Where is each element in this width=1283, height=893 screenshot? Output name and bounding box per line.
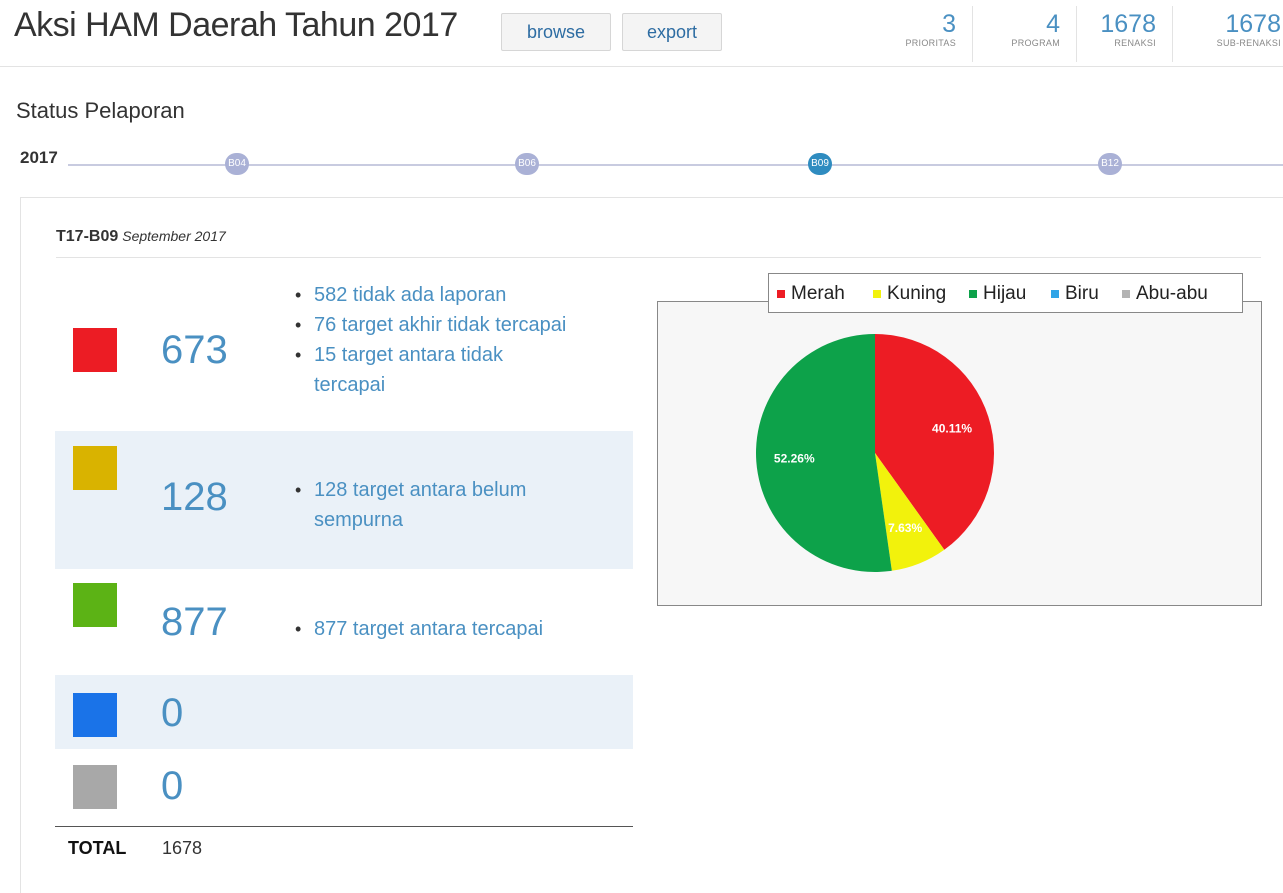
green-swatch	[73, 583, 117, 627]
stat-label: RENAKSI	[1114, 38, 1156, 48]
grey-swatch	[73, 765, 117, 809]
period-heading: T17-B09 September 2017	[56, 228, 226, 246]
pie-label-hijau: 52.26%	[774, 452, 815, 466]
note-item[interactable]: 582 tidak ada laporan	[293, 280, 623, 310]
status-row-red: 673 582 tidak ada laporan 76 target akhi…	[55, 270, 633, 430]
status-count[interactable]: 0	[161, 691, 183, 736]
stat-sub-renaksi[interactable]: 1678 SUB-RENAKSI	[1180, 10, 1281, 48]
status-row-grey: 0	[55, 750, 633, 826]
status-notes: 877 target antara tercapai	[293, 614, 623, 644]
yellow-swatch	[73, 446, 117, 490]
page-title: Aksi HAM Daerah Tahun 2017	[14, 6, 458, 44]
stat-value: 1678	[1225, 10, 1281, 38]
timeline-year: 2017	[20, 148, 58, 167]
legend-label-hijau[interactable]: Hijau	[983, 283, 1026, 304]
legend-swatch-hijau	[969, 290, 977, 298]
header-bar: Aksi HAM Daerah Tahun 2017 browse export…	[0, 0, 1283, 67]
timeline-node-b04[interactable]: B04	[225, 153, 249, 175]
chart-legend: Merah Kuning Hijau Biru Abu-abu	[768, 273, 1243, 313]
legend-swatch-abu-abu	[1122, 290, 1130, 298]
red-swatch	[73, 328, 117, 372]
status-row-yellow: 128 128 target antara belum sempurna	[55, 431, 633, 569]
legend-swatch-biru	[1051, 290, 1059, 298]
period-label: September 2017	[122, 228, 226, 244]
total-divider	[55, 826, 633, 827]
legend-swatch-kuning	[873, 290, 881, 298]
stat-value: 4	[1046, 10, 1060, 38]
period-code: T17-B09	[56, 228, 119, 245]
export-button[interactable]: export	[622, 13, 722, 51]
legend-label-biru[interactable]: Biru	[1065, 283, 1099, 304]
status-row-blue: 0	[55, 675, 633, 749]
status-notes: 582 tidak ada laporan 76 target akhir ti…	[293, 280, 623, 400]
legend-label-abu-abu[interactable]: Abu-abu	[1136, 283, 1208, 304]
status-count[interactable]: 877	[161, 600, 228, 645]
stat-program[interactable]: 4 PROGRAM	[980, 10, 1060, 48]
pie-label-kuning: 7.63%	[888, 521, 922, 535]
pie-chart: 40.11% 7.63% 52.26%	[755, 334, 994, 572]
browse-button[interactable]: browse	[501, 13, 611, 51]
note-item[interactable]: 76 target akhir tidak tercapai	[293, 310, 623, 340]
note-item[interactable]: 877 target antara tercapai	[293, 614, 623, 644]
status-count[interactable]: 0	[161, 764, 183, 809]
timeline: 2017 B04 B06 B09 B12	[0, 148, 1283, 178]
timeline-node-b12[interactable]: B12	[1098, 153, 1122, 175]
status-count[interactable]: 673	[161, 328, 228, 373]
timeline-node-b09[interactable]: B09	[808, 153, 832, 175]
stat-divider	[1076, 6, 1077, 62]
stat-value: 1678	[1100, 10, 1156, 38]
stat-label: PROGRAM	[1011, 38, 1060, 48]
status-count[interactable]: 128	[161, 475, 228, 520]
blue-swatch	[73, 693, 117, 737]
section-title: Status Pelaporan	[16, 98, 185, 123]
stat-value: 3	[942, 10, 956, 38]
stat-label: PRIORITAS	[905, 38, 956, 48]
note-item[interactable]: 128 target antara belum sempurna	[293, 475, 583, 535]
legend-label-merah[interactable]: Merah	[791, 283, 845, 304]
legend-label-kuning[interactable]: Kuning	[887, 283, 946, 304]
timeline-node-b06[interactable]: B06	[515, 153, 539, 175]
status-row-green: 877 877 target antara tercapai	[55, 570, 633, 674]
legend-svg: Merah Kuning Hijau Biru Abu-abu	[777, 283, 1208, 304]
total-value: 1678	[162, 838, 203, 858]
stat-divider	[1172, 6, 1173, 62]
total-label: TOTAL	[68, 838, 127, 858]
stat-renaksi[interactable]: 1678 RENAKSI	[1084, 10, 1156, 48]
stat-prioritas[interactable]: 3 PRIORITAS	[880, 10, 956, 48]
note-item[interactable]: 15 target antara tidak tercapai	[293, 340, 574, 400]
pie-label-merah: 40.11%	[932, 421, 972, 435]
status-notes: 128 target antara belum sempurna	[293, 475, 583, 535]
stat-label: SUB-RENAKSI	[1216, 38, 1281, 48]
legend-swatch-merah	[777, 290, 785, 298]
period-divider	[56, 257, 1261, 258]
stat-divider	[972, 6, 973, 62]
